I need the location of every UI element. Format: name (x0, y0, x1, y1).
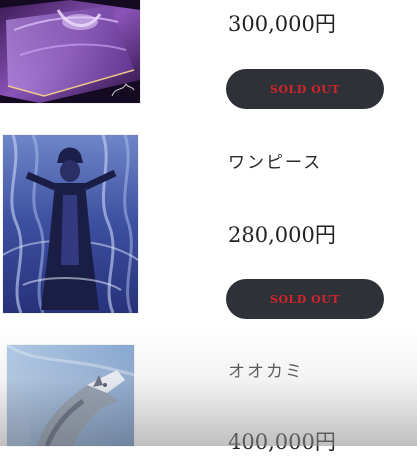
product-image-purple-painting[interactable] (0, 0, 140, 103)
product-image-wolf-painting[interactable] (7, 345, 134, 446)
product-image-blue-figure-painting[interactable] (3, 135, 138, 313)
product-name: オオカミ (228, 362, 304, 382)
sold-out-button[interactable]: SOLD OUT (226, 279, 384, 319)
product-price: 280,000円 (228, 223, 336, 247)
product-price: 400,000円 (228, 430, 336, 454)
sold-out-button[interactable]: SOLD OUT (226, 69, 384, 109)
product-price: 300,000円 (228, 12, 336, 36)
product-name: ワンピース (228, 153, 323, 173)
